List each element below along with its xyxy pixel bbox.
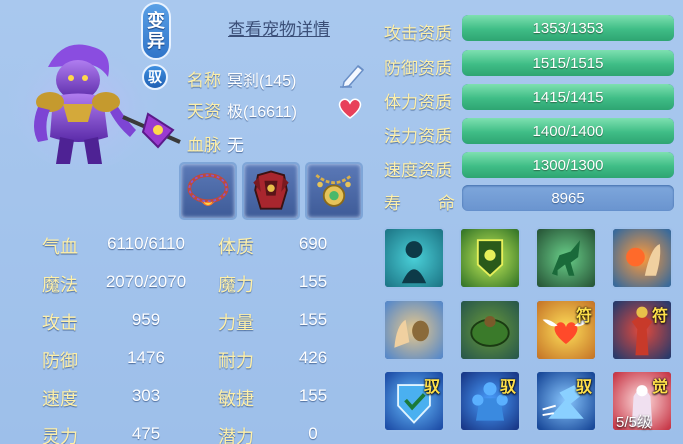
stat-label-5: 灵力	[42, 427, 78, 444]
skill-tag-11: 觉	[651, 377, 668, 396]
skill-tag-7: 符	[651, 306, 668, 325]
attr-label-3: 法力资质	[384, 127, 452, 146]
hand-stone-skill-icon	[385, 301, 443, 359]
lifespan-value: 8965	[551, 189, 585, 207]
attr-value-4: 1300/1300	[532, 156, 604, 174]
skill-slot-3[interactable]	[611, 227, 673, 289]
stat-right-label-3: 耐力	[218, 351, 254, 371]
name-value: 冥刹(145)	[227, 73, 297, 90]
skill-slot-2[interactable]	[535, 227, 597, 289]
skill-slot-10[interactable]: 驭	[535, 370, 597, 432]
pencil-icon	[340, 64, 365, 88]
attr-bar-3: 1400/1400	[462, 118, 674, 144]
mutation-badge: 变 异	[141, 2, 171, 60]
lifespan-label-a: 寿	[384, 194, 401, 213]
attr-bar-0: 1353/1353	[462, 15, 674, 41]
name-label: 名称	[187, 71, 221, 90]
skill-slot-9[interactable]: 驭	[459, 370, 521, 432]
stat-value-5: 475	[131, 424, 161, 443]
stat-right-label-5: 潜力	[218, 427, 254, 444]
mutation-badge-char-2: 异	[147, 31, 165, 51]
stat-label-3: 防御	[42, 351, 78, 371]
skill-tag-10: 驭	[575, 377, 592, 396]
attr-label-1: 防御资质	[384, 59, 452, 78]
attr-bar-4: 1300/1300	[462, 152, 674, 178]
pet-detail-link[interactable]: 查看宠物详情	[228, 15, 330, 40]
stat-right-value-4: 155	[298, 386, 328, 405]
attr-label-2: 体力资质	[384, 93, 452, 112]
skill-slot-8[interactable]: 驭	[383, 370, 445, 432]
edit-name-button[interactable]	[338, 60, 368, 88]
skill-tag-8: 驭	[423, 377, 440, 396]
skill-slot-6[interactable]: 符	[535, 299, 597, 361]
stat-value-4: 303	[131, 386, 161, 405]
aptitude-value: 极(16611)	[227, 104, 297, 121]
stat-right-value-0: 690	[298, 234, 328, 253]
bloodline-value: 无	[227, 136, 244, 155]
attr-bar-1: 1515/1515	[462, 50, 674, 76]
stat-label-4: 速度	[42, 389, 78, 409]
skill-slot-4[interactable]	[383, 299, 445, 361]
attr-value-1: 1515/1515	[532, 54, 604, 72]
lifespan-label-b: 命	[438, 194, 455, 213]
stat-right-label-0: 体质	[218, 237, 254, 257]
stat-right-value-5: 0	[308, 424, 318, 443]
turtle-skill-icon	[461, 301, 519, 359]
skill-slot-7[interactable]: 符	[611, 299, 673, 361]
favorite-button[interactable]	[337, 96, 363, 120]
necklace-flame-icon	[187, 173, 229, 206]
stat-value-0: 6110/6110	[107, 234, 185, 253]
stat-right-value-1: 155	[298, 272, 328, 291]
skill-slot-0[interactable]	[383, 227, 445, 289]
stat-right-label-2: 力量	[218, 313, 254, 333]
stat-value-2: 959	[131, 310, 161, 329]
lifespan-bar: 8965	[462, 185, 674, 211]
water-spirit-skill-icon	[385, 229, 443, 287]
bloodline-label: 血脉	[187, 136, 221, 155]
amulet-gold-icon	[315, 174, 353, 207]
equipment-slot-2[interactable]	[242, 162, 300, 220]
aptitude-label: 天资	[187, 102, 221, 121]
stat-right-label-1: 魔力	[218, 275, 254, 295]
stat-value-1: 2070/2070	[105, 272, 187, 291]
attr-label-0: 攻击资质	[384, 24, 452, 43]
equipment-slot-3[interactable]	[305, 162, 363, 220]
attr-label-4: 速度资质	[384, 161, 452, 180]
stat-right-value-2: 155	[298, 310, 328, 329]
skill-tag-9: 驭	[499, 377, 516, 396]
stat-label-0: 气血	[42, 237, 78, 257]
mutation-badge-char-1: 变	[147, 11, 165, 31]
hand-fire-skill-icon	[613, 229, 671, 287]
stat-right-value-3: 426	[298, 348, 328, 367]
stat-label-1: 魔法	[42, 275, 78, 295]
heart-icon	[338, 98, 362, 119]
attr-value-3: 1400/1400	[532, 122, 604, 140]
tame-badge: 驭	[142, 64, 168, 90]
skill-level-label: 5/5级	[616, 414, 652, 431]
armor-red-icon	[253, 170, 289, 210]
equipment-slot-1[interactable]	[179, 162, 237, 220]
attr-bar-2: 1415/1415	[462, 84, 674, 110]
stat-right-label-4: 敏捷	[218, 389, 254, 409]
attr-value-2: 1415/1415	[532, 88, 604, 106]
skill-slot-5[interactable]	[459, 299, 521, 361]
skill-slot-1[interactable]	[459, 227, 521, 289]
stat-value-3: 1476	[127, 348, 165, 367]
stat-label-2: 攻击	[42, 313, 78, 333]
attr-value-0: 1353/1353	[532, 19, 604, 37]
shield-glow-skill-icon	[461, 229, 519, 287]
green-horse-skill-icon	[537, 229, 595, 287]
skill-tag-6: 符	[575, 306, 592, 325]
